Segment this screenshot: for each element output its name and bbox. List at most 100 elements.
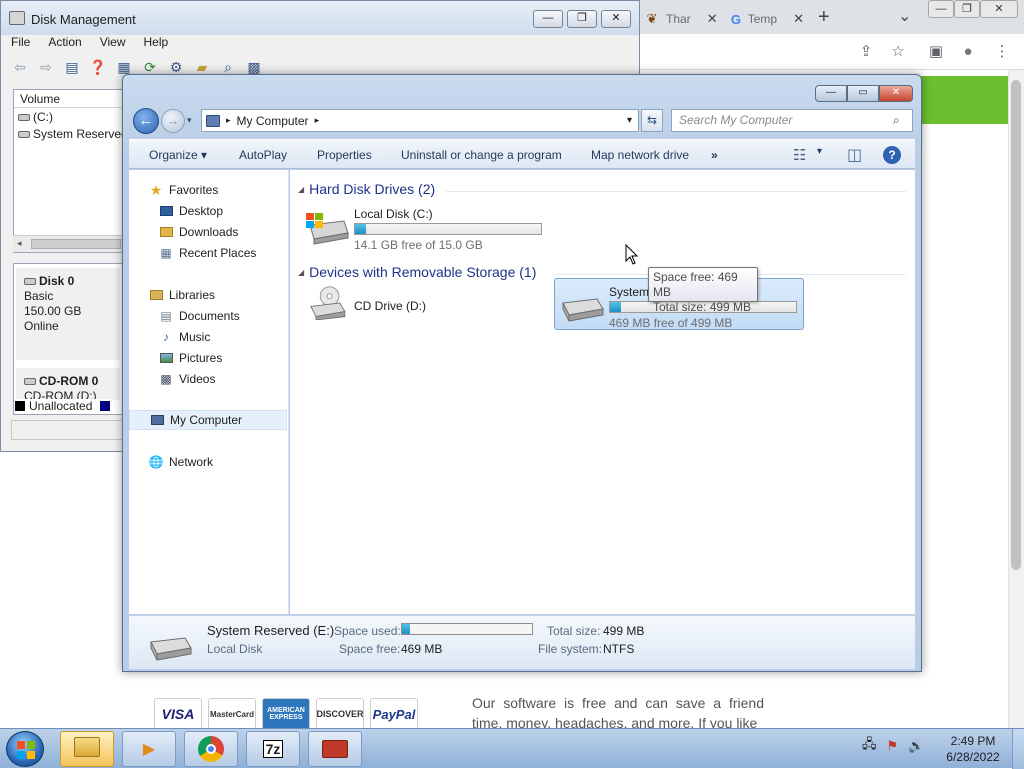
volume-horizontal-scrollbar[interactable]: ◂: [13, 235, 125, 252]
file-system-label: File system:: [538, 642, 603, 656]
browser-minimize-button[interactable]: —: [928, 0, 954, 18]
7zip-icon: 7z: [262, 740, 284, 758]
minimize-button[interactable]: —: [533, 10, 563, 28]
browser-restore-button[interactable]: ❐: [954, 0, 980, 18]
network-globe-icon: 🌐: [148, 455, 164, 469]
menu-view[interactable]: View: [100, 35, 126, 55]
nav-favorites[interactable]: ★ Favorites: [129, 180, 287, 200]
nav-downloads[interactable]: Downloads: [129, 222, 287, 242]
disk-drive-icon: [24, 278, 36, 285]
profile-avatar-icon[interactable]: ●: [958, 42, 978, 62]
scroll-left-arrow-icon[interactable]: ◂: [17, 238, 22, 249]
cdrom-0-card[interactable]: CD-ROM 0 CD-ROM (D:): [16, 368, 120, 400]
forward-button[interactable]: →: [161, 109, 185, 133]
menu-action[interactable]: Action: [48, 35, 81, 55]
properties-button[interactable]: Properties: [317, 148, 372, 162]
drive-tile-cd-drive-d[interactable]: CD Drive (D:): [300, 284, 550, 336]
back-button[interactable]: ←: [133, 108, 159, 134]
chrome-menu-icon[interactable]: ⋮: [992, 42, 1012, 62]
close-tab-icon[interactable]: ✕: [707, 11, 718, 27]
taskbar-7zip[interactable]: 7z: [246, 731, 300, 767]
change-view-icon[interactable]: ☷: [793, 146, 806, 164]
uninstall-program-button[interactable]: Uninstall or change a program: [401, 148, 562, 162]
nav-network[interactable]: 🌐 Network: [129, 452, 287, 472]
nav-videos[interactable]: ▩ Videos: [129, 369, 287, 389]
menu-file[interactable]: File: [11, 35, 30, 55]
breadcrumb-separator[interactable]: ▸: [315, 115, 320, 126]
nav-my-computer[interactable]: My Computer: [129, 410, 287, 430]
nav-music[interactable]: ♪ Music: [129, 327, 287, 347]
view-options-chevron-icon[interactable]: ▾: [817, 146, 822, 157]
recent-pages-chevron-icon[interactable]: ▾: [187, 115, 192, 126]
drive-tile-local-disk-c[interactable]: Local Disk (C:) 14.1 GB free of 15.0 GB: [300, 201, 550, 253]
close-button[interactable]: ✕: [601, 10, 631, 28]
volume-label: System Reserved: [33, 127, 128, 141]
address-dropdown-chevron-icon[interactable]: ▾: [627, 115, 632, 126]
nav-pictures[interactable]: Pictures: [129, 348, 287, 368]
nav-label: Downloads: [179, 225, 239, 239]
taskbar-toolbox[interactable]: [308, 731, 362, 767]
disk-0-card[interactable]: Disk 0 Basic 150.00 GB Online: [16, 268, 120, 360]
drive-usage-fill: [610, 302, 622, 312]
side-panel-icon[interactable]: ▣: [926, 42, 946, 62]
address-bar[interactable]: ▸ My Computer ▸ ▾: [201, 109, 639, 132]
browser-tab-label: Thar: [666, 12, 691, 26]
refresh-button[interactable]: ⇆: [641, 109, 663, 132]
search-icon[interactable]: ⌕: [893, 113, 900, 128]
taskbar-chrome[interactable]: [184, 731, 238, 767]
maximize-button[interactable]: ▭: [847, 85, 879, 102]
group-collapse-arrow-icon[interactable]: ◢: [298, 185, 304, 194]
show-desktop-button[interactable]: [1012, 729, 1024, 769]
minimize-button[interactable]: —: [815, 85, 847, 102]
removable-storage-group-header[interactable]: ◢ Devices with Removable Storage (1): [298, 264, 536, 280]
bookmark-star-icon[interactable]: ☆: [888, 42, 908, 62]
help-book-icon[interactable]: ❓: [89, 58, 107, 76]
breadcrumb-my-computer[interactable]: My Computer: [237, 114, 309, 128]
search-input[interactable]: Search My Computer: [671, 109, 913, 132]
browser-tab-label: Temp: [747, 12, 778, 26]
more-commands-chevron-icon[interactable]: »: [711, 148, 718, 162]
browser-scrollbar-thumb[interactable]: [1011, 80, 1021, 570]
nav-libraries[interactable]: Libraries: [129, 285, 287, 305]
volume-column-header[interactable]: Volume: [14, 90, 124, 108]
volume-row[interactable]: System Reserved: [18, 127, 128, 141]
network-status-icon[interactable]: 🖧: [862, 735, 877, 757]
show-hide-tree-icon[interactable]: ▤: [63, 58, 81, 76]
close-button[interactable]: ✕: [879, 85, 913, 102]
back-arrow-icon[interactable]: ⇦: [11, 58, 29, 76]
system-clock[interactable]: 2:49 PM 6/28/2022: [940, 733, 1006, 765]
autoplay-button[interactable]: AutoPlay: [239, 148, 287, 162]
close-tab-icon[interactable]: ✕: [793, 11, 804, 27]
scrollbar-thumb[interactable]: [31, 239, 121, 249]
disk-management-titlebar[interactable]: Disk Management — ❐ ✕: [1, 1, 639, 35]
group-collapse-arrow-icon[interactable]: ◢: [298, 268, 304, 277]
start-button[interactable]: [6, 731, 44, 767]
breadcrumb-separator[interactable]: ▸: [226, 115, 231, 126]
nav-label: Network: [169, 455, 214, 469]
share-icon[interactable]: ⇪: [856, 42, 876, 62]
help-icon[interactable]: ?: [883, 146, 901, 164]
volume-icon[interactable]: 🔊: [908, 738, 924, 754]
restore-button[interactable]: ❐: [567, 10, 597, 28]
hard-disk-drives-group-header[interactable]: ◢ Hard Disk Drives (2): [298, 181, 435, 197]
new-tab-button[interactable]: +: [818, 6, 830, 29]
menu-help[interactable]: Help: [144, 35, 169, 55]
browser-tab[interactable]: ❦ Thar ✕: [636, 4, 718, 34]
nav-documents[interactable]: ▤ Documents: [129, 306, 287, 326]
taskbar-media-player[interactable]: ▶: [122, 731, 176, 767]
forward-arrow-icon[interactable]: ⇨: [37, 58, 55, 76]
action-center-flag-icon[interactable]: ⚑: [887, 738, 899, 754]
browser-tab[interactable]: G Temp ✕: [722, 4, 804, 34]
map-network-drive-button[interactable]: Map network drive: [591, 148, 689, 162]
preview-pane-icon[interactable]: ◫: [847, 145, 862, 165]
clock-time: 2:49 PM: [950, 734, 996, 748]
volume-row[interactable]: (C:): [18, 110, 53, 124]
browser-close-button[interactable]: ✕: [980, 0, 1018, 18]
nav-recent-places[interactable]: ▦ Recent Places: [129, 243, 287, 263]
nav-desktop[interactable]: Desktop: [129, 201, 287, 221]
organize-button[interactable]: Organize ▾: [149, 148, 207, 162]
nav-label: Documents: [179, 309, 240, 323]
content-pane: ◢ Hard Disk Drives (2) Local Disk (C:) 1…: [290, 170, 915, 614]
taskbar-explorer[interactable]: [60, 731, 114, 767]
tab-search-chevron-icon[interactable]: ⌄: [898, 6, 911, 26]
